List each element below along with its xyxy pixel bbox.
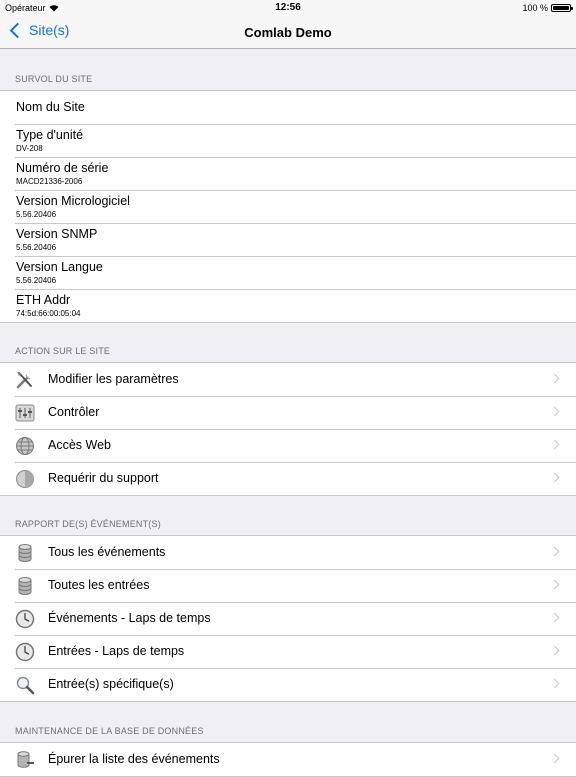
db-maintenance-group: Épurer la liste des événements: [0, 742, 576, 777]
chevron-right-icon: [549, 472, 560, 483]
magnifier-icon: [16, 676, 35, 695]
report-label: Événements - Laps de temps: [48, 611, 211, 625]
support-icon: [16, 470, 34, 488]
section-header-event-reports: RAPPORT DE(S) ÉVÉNEMENT(S): [15, 519, 161, 529]
report-label: Tous les événements: [48, 545, 166, 559]
report-all-entries[interactable]: Toutes les entrées: [0, 569, 576, 602]
report-label: Toutes les entrées: [48, 578, 150, 592]
action-web-access[interactable]: Accès Web: [0, 429, 576, 462]
clock-icon: [15, 642, 35, 662]
action-request-support[interactable]: Requérir du support: [0, 462, 576, 495]
info-row-snmp-version: Version SNMP 5.56.20406: [0, 223, 576, 256]
info-row-serial-number: Numéro de série MACD21336-2006: [0, 157, 576, 190]
chevron-right-icon: [549, 753, 560, 764]
action-label: Requérir du support: [48, 471, 159, 485]
action-label: Modifier les paramètres: [48, 372, 179, 386]
info-row-language-version: Version Langue 5.56.20406: [0, 256, 576, 289]
info-title: Version Langue: [16, 260, 103, 274]
section-header-db-maintenance: MAINTENANCE DE LA BASE DE DONNÉES: [15, 726, 204, 736]
info-value: 5.56.20406: [16, 243, 57, 252]
report-events-time-range[interactable]: Événements - Laps de temps: [0, 602, 576, 635]
database-purge-icon: [17, 751, 34, 768]
database-icon: [18, 544, 32, 562]
control-panel-icon: [15, 404, 35, 422]
action-purge-events[interactable]: Épurer la liste des événements: [0, 743, 576, 776]
report-all-events[interactable]: Tous les événements: [0, 536, 576, 569]
status-bar: Opérateur 12:56 100 %: [0, 0, 576, 16]
info-value: 5.56.20406: [16, 276, 57, 285]
site-overview-group: Nom du Site Type d'unité DV-208 Numéro d…: [0, 90, 576, 323]
info-row-firmware-version: Version Micrologiciel 5.56.20406: [0, 190, 576, 223]
report-specific-entries[interactable]: Entrée(s) spécifique(s): [0, 668, 576, 701]
chevron-right-icon: [549, 678, 560, 689]
action-label: Accès Web: [48, 438, 111, 452]
info-title: Version SNMP: [16, 227, 98, 241]
action-label: Épurer la liste des événements: [48, 752, 220, 766]
event-reports-group: Tous les événements Toutes les entrées É…: [0, 535, 576, 702]
info-row-unit-type: Type d'unité DV-208: [0, 124, 576, 157]
battery-status: 100 %: [522, 3, 573, 13]
site-actions-group: Modifier les paramètres Contrôler Accès …: [0, 362, 576, 496]
info-title: Nom du Site: [16, 100, 85, 114]
navigation-bar: Site(s) Comlab Demo: [0, 16, 576, 49]
info-value: 5.56.20406: [16, 210, 57, 219]
clock: 12:56: [275, 2, 301, 13]
info-title: Numéro de série: [16, 161, 109, 175]
info-title: Type d'unité: [16, 128, 84, 142]
page-title: Comlab Demo: [244, 25, 332, 40]
section-header-site-actions: ACTION SUR LE SITE: [15, 346, 111, 356]
globe-icon: [16, 437, 34, 455]
action-label: Contrôler: [48, 405, 100, 419]
chevron-right-icon: [549, 612, 560, 623]
info-value: 74:5d:66:00:05:04: [16, 309, 81, 318]
info-row-site-name: Nom du Site: [0, 91, 576, 124]
chevron-right-icon: [549, 546, 560, 557]
info-value: MACD21336-2006: [16, 177, 83, 186]
info-row-eth-addr: ETH Addr 74:5d:66:00:05:04: [0, 289, 576, 322]
info-title: ETH Addr: [16, 293, 71, 307]
report-label: Entrée(s) spécifique(s): [48, 677, 174, 691]
action-modify-settings[interactable]: Modifier les paramètres: [0, 363, 576, 396]
report-entries-time-range[interactable]: Entrées - Laps de temps: [0, 635, 576, 668]
chevron-right-icon: [549, 439, 560, 450]
battery-percent: 100 %: [522, 3, 548, 13]
chevron-right-icon: [549, 373, 560, 384]
clock-icon: [15, 609, 35, 629]
database-icon: [18, 577, 32, 595]
chevron-right-icon: [549, 645, 560, 656]
tools-icon: [16, 372, 32, 389]
chevron-right-icon: [549, 579, 560, 590]
battery-icon: [551, 4, 573, 12]
info-value: DV-208: [16, 144, 43, 153]
section-header-site-overview: SURVOL DU SITE: [15, 74, 93, 84]
chevron-right-icon: [549, 406, 560, 417]
info-title: Version Micrologiciel: [16, 194, 130, 208]
report-label: Entrées - Laps de temps: [48, 644, 185, 658]
action-control[interactable]: Contrôler: [0, 396, 576, 429]
